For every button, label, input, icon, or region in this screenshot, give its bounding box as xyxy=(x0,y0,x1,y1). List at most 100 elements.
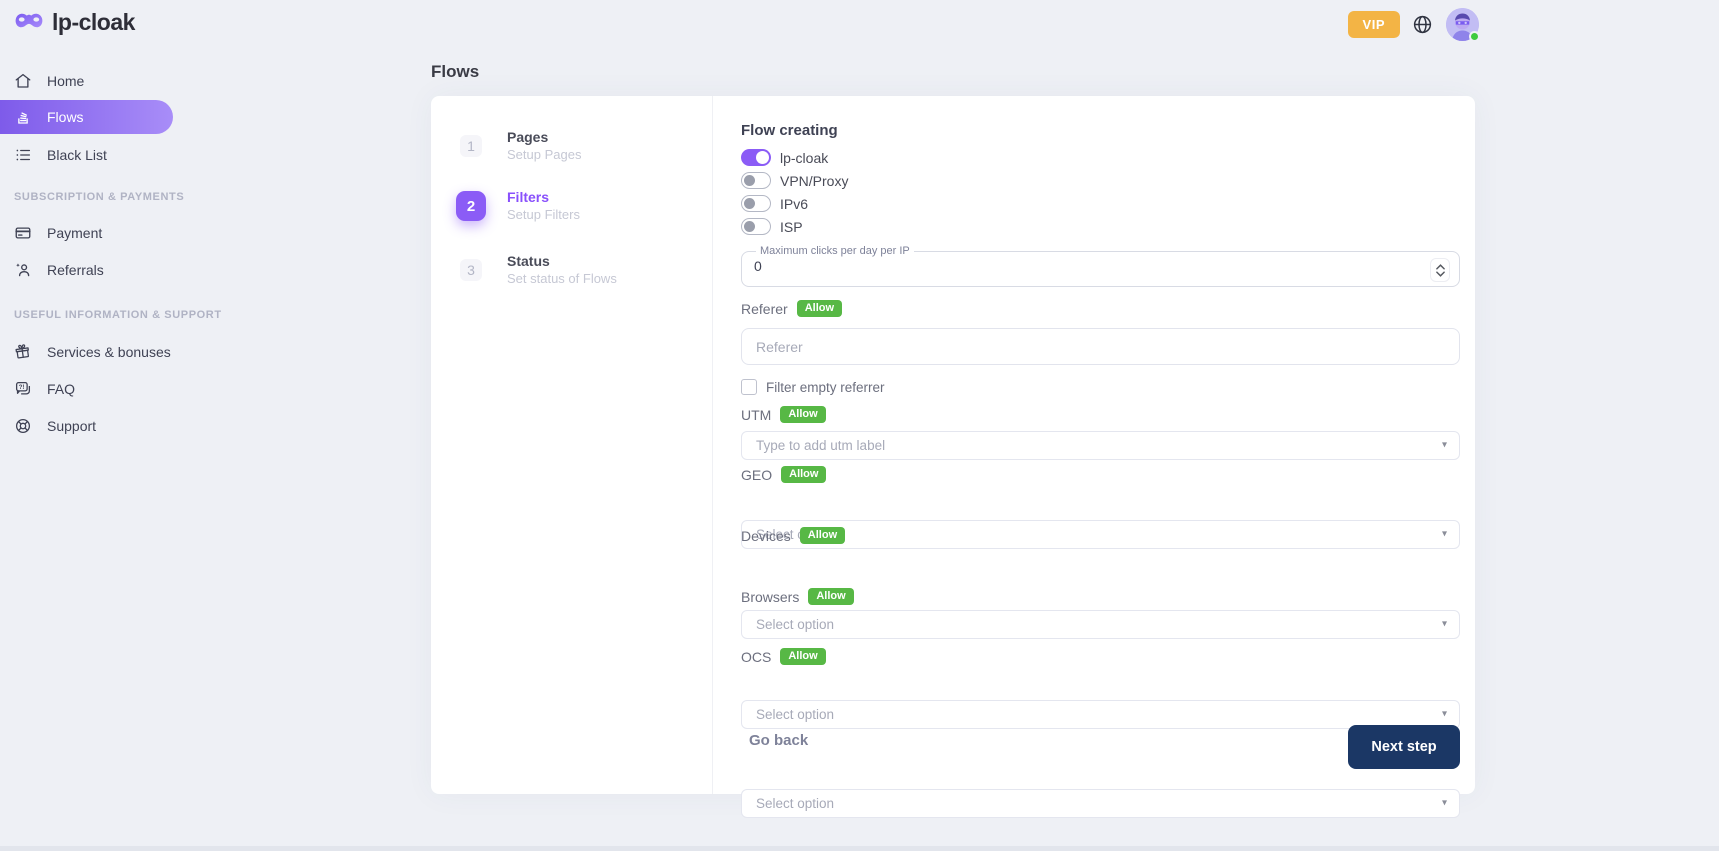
sidebar-item-label: Services & bonuses xyxy=(47,344,171,360)
max-clicks-field: Maximum clicks per day per IP xyxy=(741,245,1460,287)
select-caret-icon: ▾ xyxy=(1442,797,1447,808)
geo-allow-badge[interactable]: Allow xyxy=(781,466,826,483)
referrals-person-icon xyxy=(14,261,32,279)
devices-select[interactable]: Select option ▾ xyxy=(741,610,1460,639)
black-list-icon xyxy=(14,146,32,164)
svg-text:?!: ?! xyxy=(19,385,25,391)
sidebar-item-label: Support xyxy=(47,418,96,434)
sidebar-item-referrals[interactable]: Referrals xyxy=(0,253,173,287)
sidebar-item-faq[interactable]: ?! FAQ xyxy=(0,372,173,406)
sidebar-section-useful: USEFUL INFORMATION & SUPPORT xyxy=(14,309,163,321)
select-caret-icon: ▾ xyxy=(1442,528,1447,539)
home-icon xyxy=(14,72,32,90)
sidebar-item-black-list[interactable]: Black List xyxy=(0,138,173,172)
toggle-row-vpn-proxy: VPN/Proxy xyxy=(741,172,848,189)
max-clicks-label: Maximum clicks per day per IP xyxy=(756,245,914,257)
filter-empty-referrer-row[interactable]: Filter empty referrer xyxy=(741,379,885,395)
utm-select[interactable]: ▾ xyxy=(741,431,1460,460)
select-caret-icon: ▾ xyxy=(1442,439,1447,450)
geo-select[interactable]: Select option ▾ xyxy=(741,520,1460,549)
select-caret-icon: ▾ xyxy=(1442,618,1447,629)
number-stepper-icon[interactable] xyxy=(1430,258,1450,282)
browsers-allow-badge[interactable]: Allow xyxy=(808,588,853,605)
go-back-button[interactable]: Go back xyxy=(749,732,808,749)
topbar-right: VIP xyxy=(1348,8,1479,41)
toggle-label: lp-cloak xyxy=(780,150,828,166)
sidebar-item-label: FAQ xyxy=(47,381,75,397)
flows-stack-icon xyxy=(14,108,32,126)
sidebar-item-home[interactable]: Home xyxy=(0,64,173,98)
max-clicks-input[interactable] xyxy=(754,258,1394,274)
flow-card: 1 Pages Setup Pages 2 Filters Setup Filt… xyxy=(431,96,1475,794)
sidebar-item-label: Home xyxy=(47,73,84,89)
referer-label: Referer xyxy=(741,301,788,317)
next-step-button[interactable]: Next step xyxy=(1348,725,1460,769)
vip-button[interactable]: VIP xyxy=(1348,11,1400,38)
globe-icon[interactable] xyxy=(1412,14,1434,36)
ocs-label-row: OCS Allow xyxy=(741,648,826,665)
geo-label-row: GEO Allow xyxy=(741,466,826,483)
stepper: 1 Pages Setup Pages 2 Filters Setup Filt… xyxy=(431,96,713,794)
payment-card-icon xyxy=(14,224,32,242)
mask-icon xyxy=(14,10,44,36)
step-subtitle: Setup Pages xyxy=(507,147,581,164)
sidebar-item-services[interactable]: Services & bonuses xyxy=(0,335,173,369)
toggle-row-ipv6: IPv6 xyxy=(741,195,808,212)
step-filters[interactable]: 2 Filters Setup Filters xyxy=(453,189,580,223)
utm-input[interactable] xyxy=(756,438,1445,453)
devices-label: Devices xyxy=(741,528,791,544)
gift-icon xyxy=(14,343,32,361)
utm-label: UTM xyxy=(741,407,771,423)
step-title: Pages xyxy=(507,129,581,147)
ocs-allow-badge[interactable]: Allow xyxy=(780,648,825,665)
support-lifebuoy-icon xyxy=(14,417,32,435)
vpn-proxy-toggle[interactable] xyxy=(741,172,771,189)
lp-cloak-toggle[interactable] xyxy=(741,149,771,166)
step-status[interactable]: 3 Status Set status of Flows xyxy=(453,253,617,287)
isp-toggle[interactable] xyxy=(741,218,771,235)
flow-creating-form: Flow creating lp-cloak VPN/Proxy IPv6 IS… xyxy=(741,96,1460,794)
step-subtitle: Set status of Flows xyxy=(507,271,617,288)
toggle-label: IPv6 xyxy=(780,196,808,212)
sidebar-item-label: Flows xyxy=(47,109,84,125)
browsers-label: Browsers xyxy=(741,589,799,605)
devices-allow-badge[interactable]: Allow xyxy=(800,527,845,544)
filter-empty-referrer-checkbox[interactable] xyxy=(741,379,757,395)
avatar[interactable] xyxy=(1446,8,1479,41)
select-caret-icon: ▾ xyxy=(1442,708,1447,719)
ocs-label: OCS xyxy=(741,649,771,665)
referer-allow-badge[interactable]: Allow xyxy=(797,300,842,317)
form-title: Flow creating xyxy=(741,122,838,139)
sidebar-item-label: Black List xyxy=(47,147,107,163)
page-title: Flows xyxy=(431,62,479,82)
step-number: 2 xyxy=(456,191,486,221)
utm-label-row: UTM Allow xyxy=(741,406,826,423)
step-title: Status xyxy=(507,253,617,271)
referer-input[interactable] xyxy=(741,328,1460,365)
ipv6-toggle[interactable] xyxy=(741,195,771,212)
referer-label-row: Referer Allow xyxy=(741,300,842,317)
geo-label: GEO xyxy=(741,467,772,483)
sidebar-item-flows[interactable]: Flows xyxy=(0,100,173,134)
step-number: 1 xyxy=(460,135,482,157)
max-clicks-field-wrap: Maximum clicks per day per IP xyxy=(741,245,1460,287)
app-title: lp-cloak xyxy=(52,9,135,36)
browsers-label-row: Browsers Allow xyxy=(741,588,854,605)
step-title: Filters xyxy=(507,189,580,207)
app-logo[interactable]: lp-cloak xyxy=(14,9,135,36)
utm-allow-badge[interactable]: Allow xyxy=(780,406,825,423)
faq-bubble-icon: ?! xyxy=(14,380,32,398)
sidebar-item-payment[interactable]: Payment xyxy=(0,216,173,250)
step-number: 3 xyxy=(460,259,482,281)
sidebar-item-support[interactable]: Support xyxy=(0,409,173,443)
sidebar-section-subscription: SUBSCRIPTION & PAYMENTS xyxy=(14,191,163,203)
step-pages[interactable]: 1 Pages Setup Pages xyxy=(453,129,581,163)
select-placeholder: Select option xyxy=(756,796,834,811)
toggle-label: VPN/Proxy xyxy=(780,173,848,189)
sidebar-item-label: Payment xyxy=(47,225,102,241)
step-subtitle: Setup Filters xyxy=(507,207,580,224)
ocs-select[interactable]: Select option ▾ xyxy=(741,789,1460,818)
online-status-dot xyxy=(1469,31,1480,42)
filter-empty-referrer-label: Filter empty referrer xyxy=(766,380,885,395)
bottom-edge-strip xyxy=(0,846,1719,851)
